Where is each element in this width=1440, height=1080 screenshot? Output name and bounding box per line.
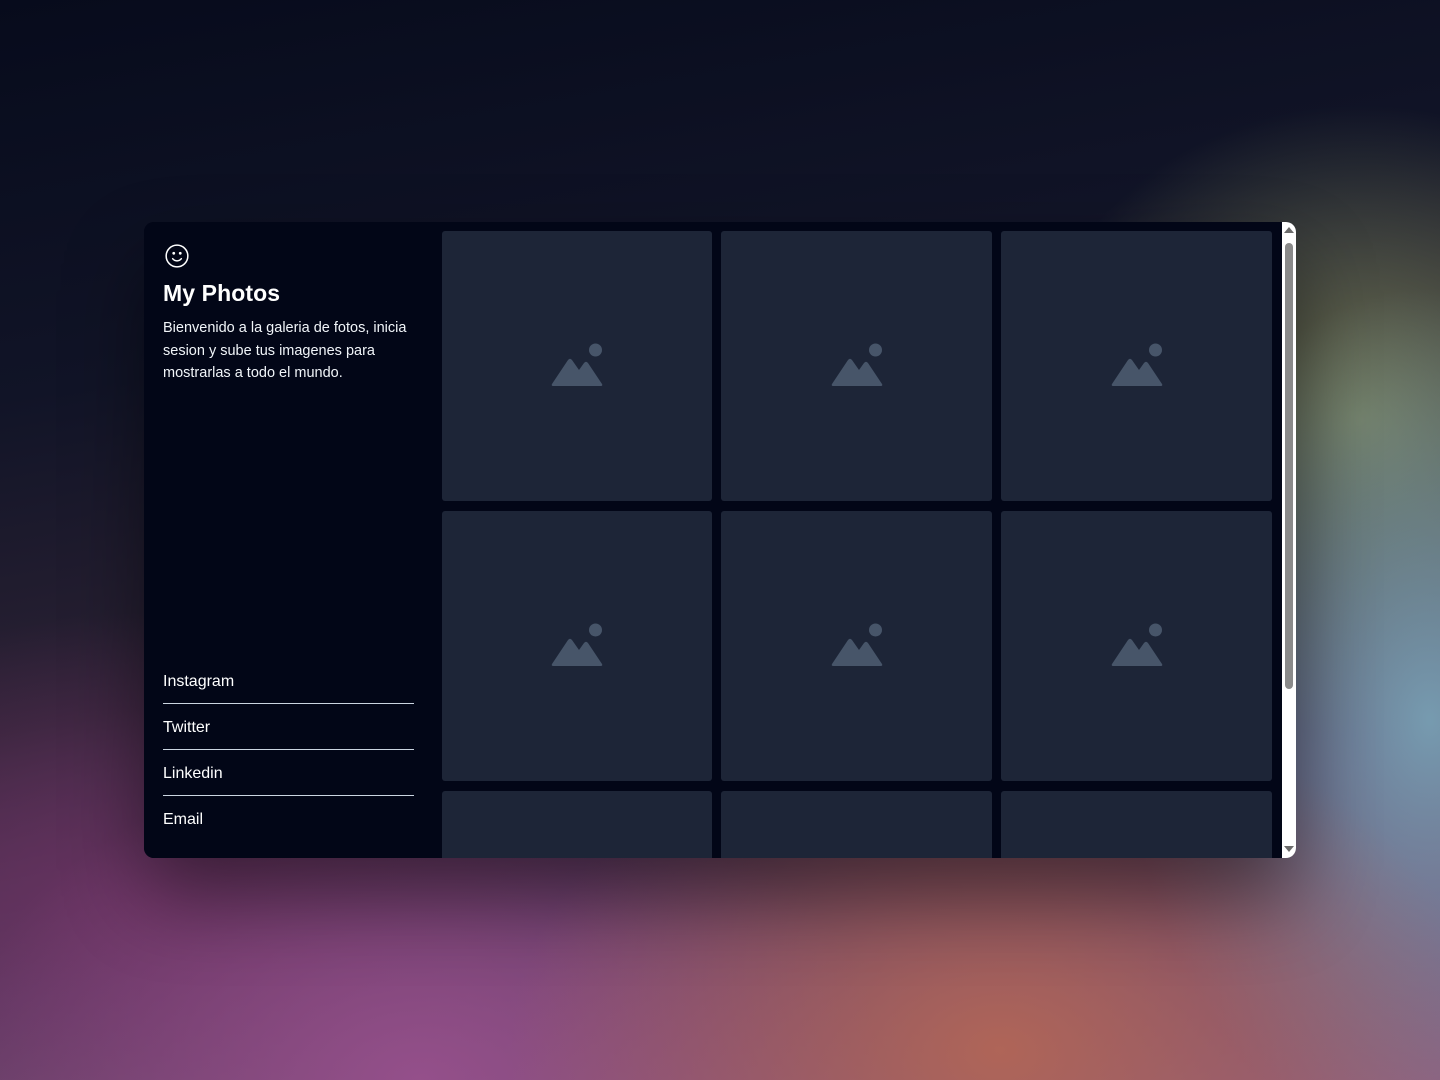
page-title: My Photos — [163, 280, 281, 306]
smiley-face-icon — [165, 244, 189, 268]
social-item-twitter: Twitter — [163, 704, 414, 750]
sidebar: My Photos Bienvenido a la galeria de fot… — [144, 222, 442, 858]
photo-card[interactable] — [442, 791, 712, 858]
scroll-down-arrow-icon[interactable] — [1284, 846, 1294, 852]
image-placeholder-icon — [551, 343, 603, 386]
photo-card[interactable] — [1001, 791, 1272, 858]
app-window: My Photos Bienvenido a la galeria de fot… — [144, 222, 1296, 858]
twitter-link[interactable]: Twitter — [163, 717, 414, 737]
photo-card[interactable] — [721, 231, 992, 501]
instagram-link[interactable]: Instagram — [163, 671, 414, 691]
linkedin-link[interactable]: Linkedin — [163, 763, 414, 783]
image-placeholder-icon — [551, 623, 603, 666]
photo-card[interactable] — [1001, 231, 1272, 501]
social-item-email: Email — [163, 796, 414, 841]
image-placeholder-icon — [831, 343, 882, 386]
photo-gallery — [442, 222, 1282, 858]
photo-card[interactable] — [442, 511, 712, 781]
photo-card[interactable] — [721, 791, 992, 858]
social-item-linkedin: Linkedin — [163, 750, 414, 796]
social-item-instagram: Instagram — [163, 658, 414, 704]
image-placeholder-icon — [1111, 343, 1162, 386]
scrollbar-thumb[interactable] — [1285, 243, 1293, 689]
photo-card[interactable] — [1001, 511, 1272, 781]
photo-card[interactable] — [721, 511, 992, 781]
scroll-up-arrow-icon[interactable] — [1284, 227, 1294, 233]
image-placeholder-icon — [831, 623, 882, 666]
image-placeholder-icon — [1111, 623, 1162, 666]
photo-card[interactable] — [442, 231, 712, 501]
social-links-list: Instagram Twitter Linkedin Email — [163, 658, 414, 841]
vertical-scrollbar[interactable] — [1282, 222, 1296, 858]
welcome-description: Bienvenido a la galeria de fotos, inicia… — [163, 320, 407, 381]
email-link[interactable]: Email — [163, 809, 414, 829]
photo-grid — [442, 231, 1272, 858]
